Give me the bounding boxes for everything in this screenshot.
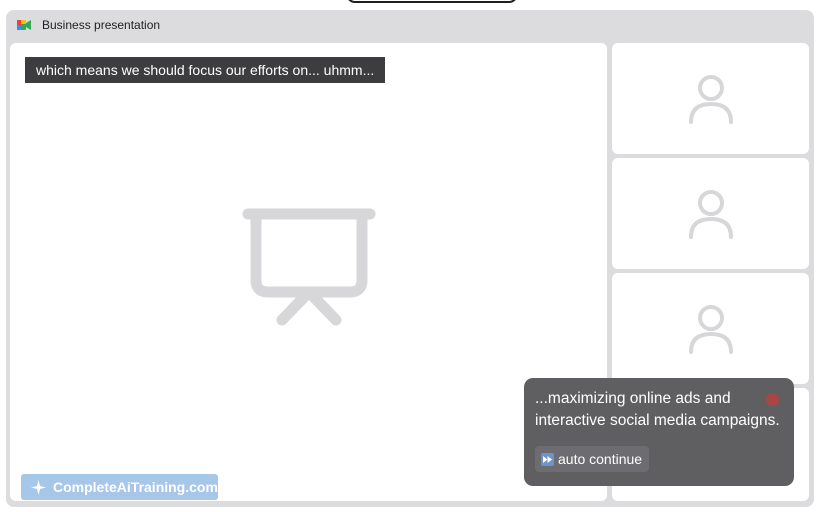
participant-tile[interactable] bbox=[612, 158, 809, 269]
video-meeting-app-icon bbox=[17, 20, 31, 30]
participant-tile[interactable] bbox=[612, 273, 809, 384]
auto-continue-label: auto continue bbox=[558, 451, 643, 467]
person-icon bbox=[689, 75, 733, 124]
presentation-board-icon bbox=[242, 208, 376, 326]
screen-notch bbox=[346, 0, 518, 3]
fast-forward-icon bbox=[541, 452, 554, 466]
sparkle-icon bbox=[31, 479, 46, 495]
person-icon bbox=[689, 305, 733, 354]
participant-tile[interactable] bbox=[612, 43, 809, 154]
caption-popup: ...maximizing online ads and interactive… bbox=[524, 378, 794, 486]
brand-watermark[interactable]: CompleteAiTraining.com bbox=[21, 474, 218, 500]
recording-indicator bbox=[766, 393, 779, 406]
brand-label: CompleteAiTraining.com bbox=[53, 479, 218, 495]
main-presentation-stage: which means we should focus our efforts … bbox=[10, 43, 607, 501]
person-icon bbox=[689, 190, 733, 239]
popup-caption-text: ...maximizing online ads and interactive… bbox=[535, 390, 780, 429]
title-bar: Business presentation bbox=[6, 10, 814, 40]
live-caption: which means we should focus our efforts … bbox=[25, 57, 386, 83]
auto-continue-button[interactable]: auto continue bbox=[535, 446, 650, 472]
window-title: Business presentation bbox=[42, 18, 161, 32]
